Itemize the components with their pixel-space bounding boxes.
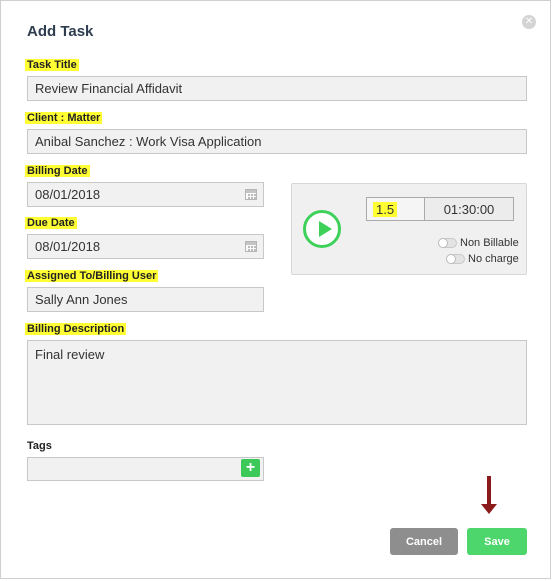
close-icon[interactable]: ✕ — [522, 15, 536, 29]
save-button[interactable]: Save — [467, 528, 527, 555]
due-date-input[interactable]: 08/01/2018 — [27, 234, 264, 259]
annotation-arrow — [481, 476, 497, 514]
billing-date-input[interactable]: 08/01/2018 — [27, 182, 264, 207]
task-title-input[interactable]: Review Financial Affidavit — [27, 76, 527, 101]
non-billable-row[interactable]: Non Billable — [438, 237, 519, 249]
client-matter-input[interactable]: Anibal Sanchez : Work Visa Application — [27, 129, 527, 154]
timer-panel: 1.5 01:30:00 Non Billable No charge — [291, 183, 527, 275]
billing-description-label: Billing Description — [25, 323, 127, 335]
non-billable-label: Non Billable — [460, 237, 519, 249]
add-task-dialog: Add Task ✕ Task Title Review Financial A… — [0, 0, 551, 579]
non-billable-toggle[interactable] — [438, 238, 457, 248]
tags-input[interactable] — [27, 457, 264, 481]
task-title-label: Task Title — [25, 59, 79, 71]
client-matter-label: Client : Matter — [25, 112, 103, 124]
due-date-label: Due Date — [25, 217, 77, 229]
no-charge-label: No charge — [468, 253, 519, 265]
assigned-to-label: Assigned To/Billing User — [25, 270, 159, 282]
billing-description-value: Final review — [35, 347, 105, 362]
calendar-icon[interactable] — [245, 189, 257, 200]
billing-date-value: 08/01/2018 — [35, 187, 101, 202]
client-matter-value: Anibal Sanchez : Work Visa Application — [35, 134, 262, 149]
task-title-value: Review Financial Affidavit — [35, 81, 183, 96]
timer-clock: 01:30:00 — [424, 197, 514, 221]
assigned-to-value: Sally Ann Jones — [35, 292, 128, 307]
no-charge-row[interactable]: No charge — [446, 253, 519, 265]
play-icon[interactable] — [303, 210, 341, 248]
cancel-button[interactable]: Cancel — [390, 528, 458, 555]
dialog-title: Add Task — [27, 23, 94, 40]
tags-label: Tags — [27, 440, 52, 452]
calendar-icon[interactable] — [245, 241, 257, 252]
plus-icon[interactable]: + — [241, 459, 260, 477]
no-charge-toggle[interactable] — [446, 254, 465, 264]
hours-input[interactable]: 1.5 — [366, 197, 424, 221]
assigned-to-input[interactable]: Sally Ann Jones — [27, 287, 264, 312]
hours-value: 1.5 — [373, 201, 398, 217]
due-date-value: 08/01/2018 — [35, 239, 101, 254]
billing-description-textarea[interactable]: Final review — [27, 340, 527, 425]
billing-date-label: Billing Date — [25, 165, 90, 177]
